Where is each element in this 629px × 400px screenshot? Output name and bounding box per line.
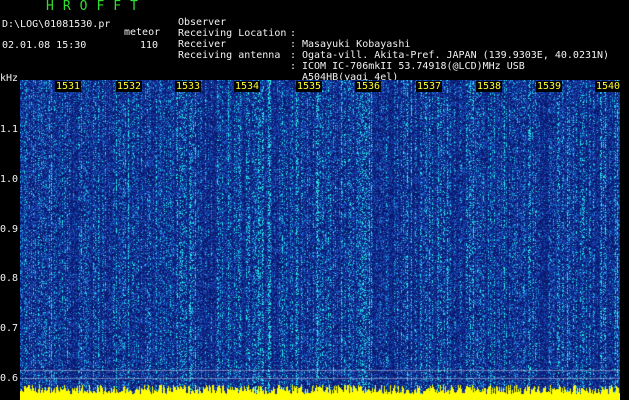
time-label: 1535: [296, 81, 323, 92]
y-tick-label: 0.6: [0, 373, 19, 384]
time-label: 1540: [595, 81, 622, 92]
mode-label: meteor: [124, 27, 161, 38]
info-label: Receiving antenna: [178, 50, 281, 61]
info-value: Masayuki Kobayashi: [302, 39, 411, 50]
info-value: ICOM IC-706mkII 53.74918(@LCD)MHz USB: [302, 61, 525, 72]
time-label: 1539: [536, 81, 563, 92]
info-value: Ogata-vill. Akita-Pref. JAPAN (139.9303E…: [302, 50, 610, 61]
datetime: 02.01.08 15:30: [2, 40, 87, 51]
y-tick-label: 1.0: [0, 174, 19, 185]
spectrogram[interactable]: [20, 80, 620, 400]
info-colon: :: [290, 50, 297, 61]
y-tick-label: 0.7: [0, 323, 19, 334]
time-label: 1537: [416, 81, 443, 92]
time-label: 1532: [116, 81, 143, 92]
app-title: HROFFT: [46, 0, 147, 14]
khz-unit-label: kHz: [0, 73, 19, 84]
y-tick-label: 1.1: [0, 124, 19, 135]
time-label: 1534: [234, 81, 261, 92]
time-label: 1536: [355, 81, 382, 92]
count-label: 110: [140, 40, 159, 51]
log-path: D:\LOG\01081530.pr: [2, 19, 111, 30]
time-label: 1531: [55, 81, 82, 92]
info-colon: :: [290, 28, 297, 39]
y-tick-label: 0.9: [0, 224, 19, 235]
y-tick-label: 0.8: [0, 273, 19, 284]
time-label: 1533: [175, 81, 202, 92]
info-colon: :: [290, 39, 297, 50]
info-colon: :: [290, 61, 297, 72]
time-label: 1538: [476, 81, 503, 92]
